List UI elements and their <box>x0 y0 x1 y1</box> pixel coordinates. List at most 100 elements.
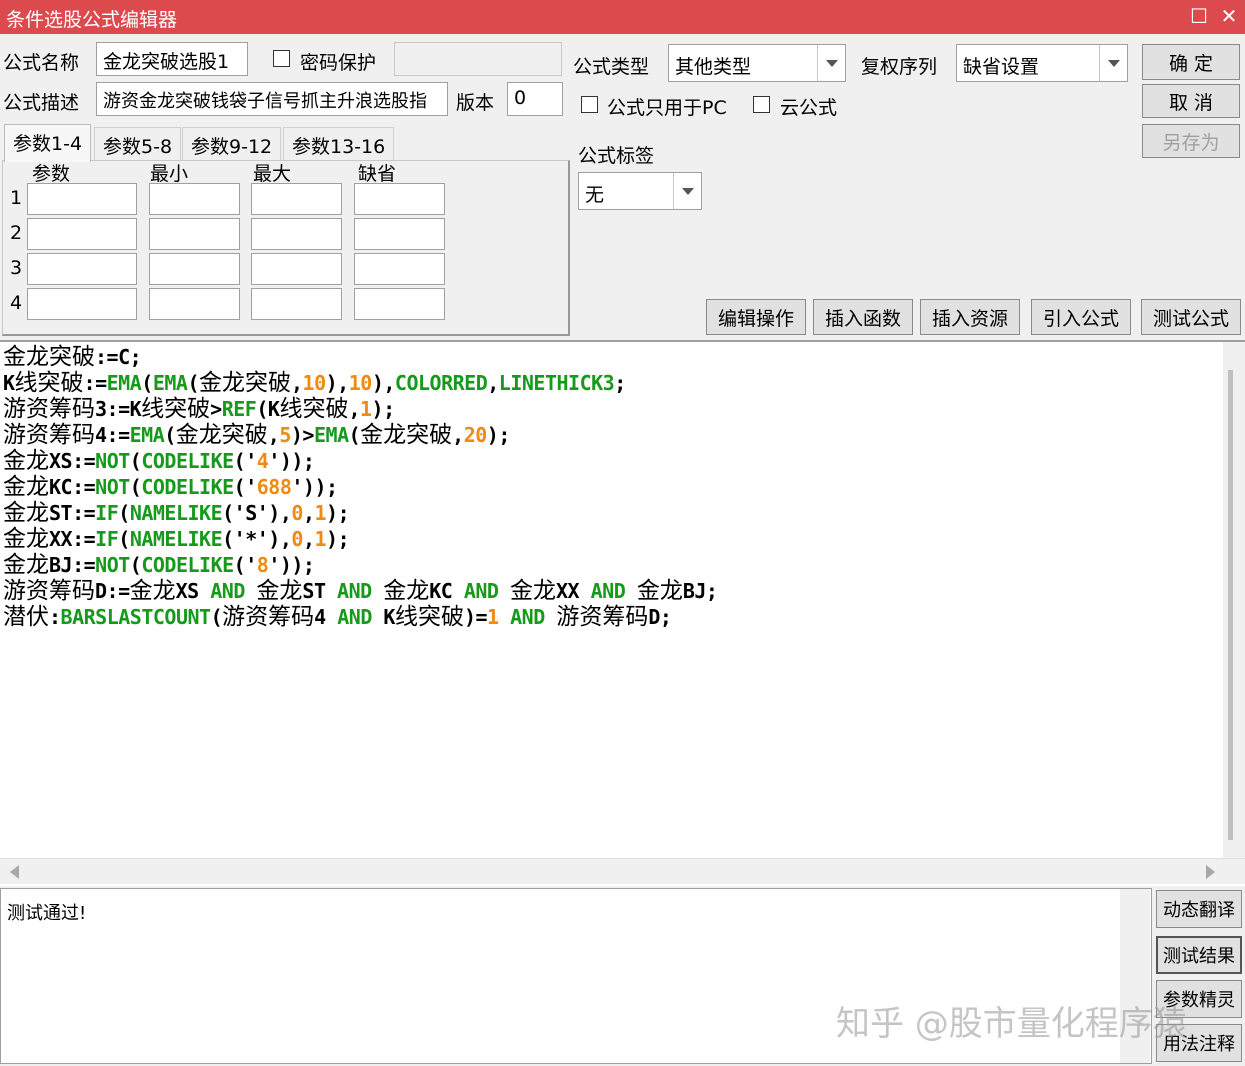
close-icon[interactable]: ✕ <box>1214 2 1244 30</box>
param-cell-input[interactable] <box>251 253 342 285</box>
param-cell-input[interactable] <box>354 288 445 320</box>
code-token: ( <box>129 449 142 473</box>
code-token: , <box>452 423 464 447</box>
code-token: KC:= <box>49 475 96 499</box>
code-token: EMA <box>313 423 349 447</box>
code-editor[interactable]: 金龙突破:=C; K线突破:=EMA(EMA(金龙突破,10),10),COLOR… <box>0 340 1245 886</box>
code-token: ); <box>326 527 350 551</box>
code-token: 线突破 <box>141 396 211 422</box>
formula-desc-input[interactable]: 游资金龙突破钱袋子信号抓主升浪选股指 <box>96 82 448 116</box>
code-token: 潜伏 <box>3 604 49 630</box>
dynamic-translate-button[interactable]: 动态翻译 <box>1156 890 1242 928</box>
chevron-down-icon[interactable] <box>673 173 701 209</box>
import-formula-button[interactable]: 引入公式 <box>1031 299 1131 335</box>
maximize-icon[interactable]: ☐ <box>1184 2 1214 30</box>
horizontal-scrollbar[interactable] <box>0 858 1245 884</box>
ok-button[interactable]: 确 定 <box>1142 44 1240 80</box>
code-token: > <box>210 397 222 421</box>
code-token: AND <box>590 579 626 603</box>
output-text: 测试通过! <box>7 903 87 924</box>
scroll-right-icon[interactable] <box>1206 865 1215 879</box>
param-cell-input[interactable] <box>27 288 137 320</box>
code-token: XX <box>556 579 591 603</box>
param-cell-input[interactable] <box>251 218 342 250</box>
edit-ops-button[interactable]: 编辑操作 <box>706 299 806 335</box>
scroll-left-icon[interactable] <box>10 865 19 879</box>
param-cell-input[interactable] <box>27 253 137 285</box>
code-token: AND <box>463 579 499 603</box>
code-token: 1 <box>487 605 499 629</box>
code-token: 游资筹码 <box>3 422 95 448</box>
test-formula-button[interactable]: 测试公式 <box>1141 299 1241 335</box>
param-cell-input[interactable] <box>149 218 240 250</box>
chevron-down-icon[interactable] <box>817 45 845 81</box>
restore-series-select[interactable]: 缺省设置 <box>956 44 1128 82</box>
code-token: D; <box>648 605 672 629</box>
param-cell-input[interactable] <box>354 183 445 215</box>
tab-params-1-4[interactable]: 参数1-4 <box>4 124 92 162</box>
code-token: XS <box>175 579 211 603</box>
code-token: 线突破 <box>279 396 349 422</box>
param-cell-input[interactable] <box>251 288 342 320</box>
param-cell-input[interactable] <box>354 253 445 285</box>
code-token: ( <box>118 527 130 551</box>
code-token: ), <box>371 371 396 395</box>
pc-only-checkbox[interactable] <box>581 96 598 113</box>
password-input[interactable] <box>394 42 562 76</box>
formula-type-select[interactable]: 其他类型 <box>668 44 846 82</box>
code-token: 1 <box>359 397 372 421</box>
param-cell-input[interactable] <box>251 183 342 215</box>
formula-tag-select[interactable]: 无 <box>578 172 702 210</box>
code-token: 金龙 <box>3 500 49 526</box>
code-token: ')); <box>291 475 338 499</box>
save-as-button[interactable]: 另存为 <box>1142 124 1240 158</box>
code-token: EMA <box>129 423 165 447</box>
param-cell-input[interactable] <box>354 218 445 250</box>
code-token: ('S'), <box>222 501 292 525</box>
code-token: 8 <box>256 553 269 577</box>
code-token: ( <box>129 475 142 499</box>
param-cell-input[interactable] <box>149 183 240 215</box>
vertical-scrollbar[interactable] <box>1223 342 1245 858</box>
insert-resource-button[interactable]: 插入资源 <box>920 299 1020 335</box>
code-token: 游资筹码 <box>222 604 315 630</box>
chevron-down-icon[interactable] <box>1099 45 1127 81</box>
code-token: XS:= <box>49 449 96 473</box>
cloud-formula-checkbox[interactable] <box>753 96 770 113</box>
code-token: NOT <box>95 475 130 499</box>
insert-function-button[interactable]: 插入函数 <box>813 299 913 335</box>
code-token: (' <box>233 475 258 499</box>
formula-name-input[interactable]: 金龙突破选股1 <box>96 42 248 76</box>
code-token: NAMELIKE <box>129 527 223 551</box>
code-token: IF <box>95 527 119 551</box>
code-line: 金龙ST:=IF(NAMELIKE('S'),0,1); <box>3 500 350 526</box>
param-row-number: 2 <box>10 222 23 244</box>
tab-params-13-16[interactable]: 参数13-16 <box>283 127 395 160</box>
version-input[interactable]: 0 <box>507 82 563 116</box>
param-cell-input[interactable] <box>149 288 240 320</box>
cancel-button[interactable]: 取 消 <box>1142 84 1240 118</box>
code-token: 线突破 <box>14 370 84 396</box>
code-token: 游资筹码 <box>3 578 95 604</box>
param-cell-input[interactable] <box>27 218 137 250</box>
code-token: : <box>49 605 61 629</box>
code-token: CODELIKE <box>141 475 234 499</box>
code-token: K <box>371 605 395 629</box>
tab-params-9-12[interactable]: 参数9-12 <box>182 127 282 160</box>
param-cell-input[interactable] <box>27 183 137 215</box>
code-token: 金龙 <box>510 578 557 604</box>
code-token: 1 <box>314 501 327 525</box>
code-token: :=C; <box>95 345 142 369</box>
code-token: ( <box>210 605 223 629</box>
test-result-button[interactable]: 测试结果 <box>1156 936 1242 974</box>
password-checkbox[interactable] <box>273 50 290 67</box>
code-token: XX:= <box>49 527 96 551</box>
param-cell-input[interactable] <box>149 253 240 285</box>
tab-params-5-8[interactable]: 参数5-8 <box>94 127 182 160</box>
code-token: EMA <box>152 371 188 395</box>
scrollbar-thumb[interactable] <box>1228 370 1233 840</box>
code-token: CODELIKE <box>141 449 234 473</box>
